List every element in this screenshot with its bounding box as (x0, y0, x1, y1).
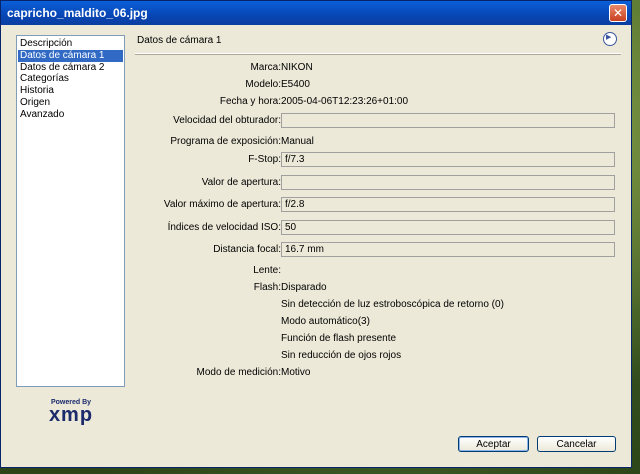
flash-value: Función de flash presente (281, 333, 397, 344)
iso-input[interactable]: 50 (281, 220, 615, 235)
field-value: NIKON (281, 62, 313, 73)
flash-value: Sin detección de luz estroboscópica de r… (281, 299, 504, 310)
field-modelo: Modelo: E5400 (135, 77, 621, 93)
panel-header: Datos de cámara 1 ▶ (135, 32, 621, 54)
field-flash: Flash: Disparado (135, 280, 621, 296)
valor-apertura-input[interactable] (281, 175, 615, 190)
field-f-stop: F-Stop: f/7.3 (135, 152, 621, 168)
field-label: Marca: (250, 62, 281, 73)
field-label: Modelo: (245, 79, 281, 90)
distancia-focal-input[interactable]: 16.7 mm (281, 242, 615, 257)
field-valor-apertura: Valor de apertura: (135, 175, 621, 191)
aceptar-button[interactable]: Aceptar (458, 436, 529, 452)
field-label: Valor máximo de apertura: (163, 199, 281, 210)
field-programa-exposicion: Programa de exposición: Manual (135, 134, 621, 150)
sidebar-item-historia[interactable]: Historia (18, 85, 123, 97)
title-bar[interactable]: capricho_maldito_06.jpg ✕ (1, 1, 631, 25)
field-label: Velocidad del obturador: (173, 115, 281, 126)
sidebar-item-datos-camara-1[interactable]: Datos de cámara 1 (18, 49, 123, 62)
cancelar-button[interactable]: Cancelar (537, 436, 616, 452)
sidebar-item-descripcion[interactable]: Descripción (18, 38, 123, 50)
flash-detail: Sin reducción de ojos rojos (135, 348, 621, 364)
field-value: Motivo (281, 367, 311, 378)
field-label: Modo de medición: (196, 367, 282, 378)
field-velocidad-obturador: Velocidad del obturador: (135, 113, 621, 129)
flash-detail: Sin detección de luz estroboscópica de r… (135, 297, 621, 313)
field-marca: Marca: NIKON (135, 60, 621, 76)
field-label: Flash: (253, 282, 281, 293)
panel-menu-button[interactable]: ▶ (603, 32, 617, 46)
sidebar-item-datos-camara-2[interactable]: Datos de cámara 2 (18, 62, 123, 74)
field-value: 2005-04-06T12:23:26+01:00 (281, 96, 409, 107)
category-list: Descripción Datos de cámara 1 Datos de c… (16, 35, 125, 387)
field-label: F-Stop: (248, 154, 281, 165)
field-value: E5400 (281, 79, 310, 90)
field-valor-maximo-apertura: Valor máximo de apertura: f/2.8 (135, 197, 621, 213)
file-info-dialog: capricho_maldito_06.jpg ✕ Descripción Da… (0, 0, 632, 468)
field-value: Manual (281, 136, 314, 147)
flash-value: Sin reducción de ojos rojos (281, 350, 402, 361)
sidebar-item-origen[interactable]: Origen (18, 97, 123, 109)
field-label: Fecha y hora: (219, 96, 281, 107)
sidebar-item-avanzado[interactable]: Avanzado (18, 109, 123, 121)
field-distancia-focal: Distancia focal: 16.7 mm (135, 242, 621, 258)
flash-detail: Función de flash presente (135, 331, 621, 347)
flash-detail: Modo automático(3) (135, 314, 621, 330)
field-lente: Lente: (135, 263, 621, 279)
field-label: Programa de exposición: (170, 136, 281, 147)
close-icon: ✕ (612, 6, 624, 20)
field-fecha-hora: Fecha y hora: 2005-04-06T12:23:26+01:00 (135, 94, 621, 110)
valor-maximo-apertura-input[interactable]: f/2.8 (281, 197, 615, 212)
xmp-logo-text: xmp (48, 404, 94, 426)
field-iso: Índices de velocidad ISO: 50 (135, 220, 621, 236)
velocidad-obturador-input[interactable] (281, 113, 615, 128)
close-button[interactable]: ✕ (609, 4, 627, 22)
field-label: Lente: (253, 265, 281, 276)
window-title: capricho_maldito_06.jpg (7, 6, 148, 20)
field-modo-medicion: Modo de medición: Motivo (135, 365, 621, 381)
field-label: Valor de apertura: (201, 177, 281, 188)
sidebar-item-categorias[interactable]: Categorías (18, 73, 123, 85)
flash-value: Modo automático(3) (281, 316, 370, 327)
play-arrow-icon: ▶ (606, 34, 612, 41)
field-label: Índices de velocidad ISO: (167, 222, 281, 233)
camera-data-panel: Datos de cámara 1 ▶ Marca: NIKON Modelo:… (135, 32, 621, 390)
field-label: Distancia focal: (213, 244, 281, 255)
panel-title: Datos de cámara 1 (137, 35, 222, 46)
xmp-logo: Powered By xmp (39, 399, 103, 426)
flash-value: Disparado (281, 282, 327, 293)
f-stop-input[interactable]: f/7.3 (281, 152, 615, 167)
